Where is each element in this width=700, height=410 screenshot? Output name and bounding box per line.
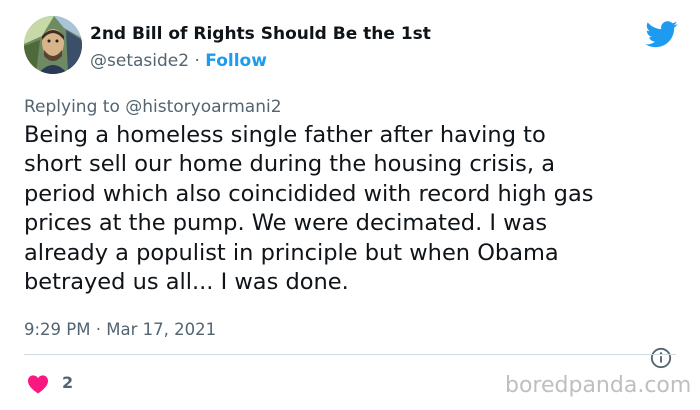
follow-button[interactable]: Follow xyxy=(205,51,267,71)
replying-to-label: Replying to xyxy=(24,97,120,117)
tweet-text-line: period which also coincidided with recor… xyxy=(24,180,594,207)
author-handle-line: @setaside2 · Follow xyxy=(90,51,267,71)
info-icon[interactable] xyxy=(650,347,672,369)
tweet-text-line: betrayed us all... I was done. xyxy=(24,269,349,296)
tweet-text: Being a homeless single father after hav… xyxy=(24,121,684,297)
divider xyxy=(24,354,676,355)
avatar[interactable] xyxy=(24,16,82,74)
like-count: 2 xyxy=(62,373,74,392)
twitter-bird-icon[interactable] xyxy=(646,18,678,50)
boredpanda-watermark: boredpanda.com xyxy=(505,373,692,398)
author-display-name[interactable]: 2nd Bill of Rights Should Be the 1st xyxy=(90,24,431,44)
replying-to-user-link[interactable]: @historyoarmani2 xyxy=(125,97,281,117)
timestamp-separator: · xyxy=(95,320,101,339)
tweet-text-line: short sell our home during the housing c… xyxy=(24,151,555,178)
heart-icon[interactable] xyxy=(27,374,49,394)
tweet-text-line: Being a homeless single father after hav… xyxy=(24,122,546,148)
tweet-date: Mar 17, 2021 xyxy=(106,320,217,339)
tweet-timestamp[interactable]: 9:29 PM · Mar 17, 2021 xyxy=(24,320,216,339)
tweet-time: 9:29 PM xyxy=(24,320,91,339)
replying-to-line: Replying to @historyoarmani2 xyxy=(24,97,282,117)
tweet-text-line: prices at the pump. We were decimated. I… xyxy=(24,210,548,237)
author-handle[interactable]: @setaside2 xyxy=(90,51,189,71)
avatar-image xyxy=(24,16,82,74)
tweet-text-line: already a populist in principle but when… xyxy=(24,239,559,266)
handle-separator: · xyxy=(194,51,200,71)
